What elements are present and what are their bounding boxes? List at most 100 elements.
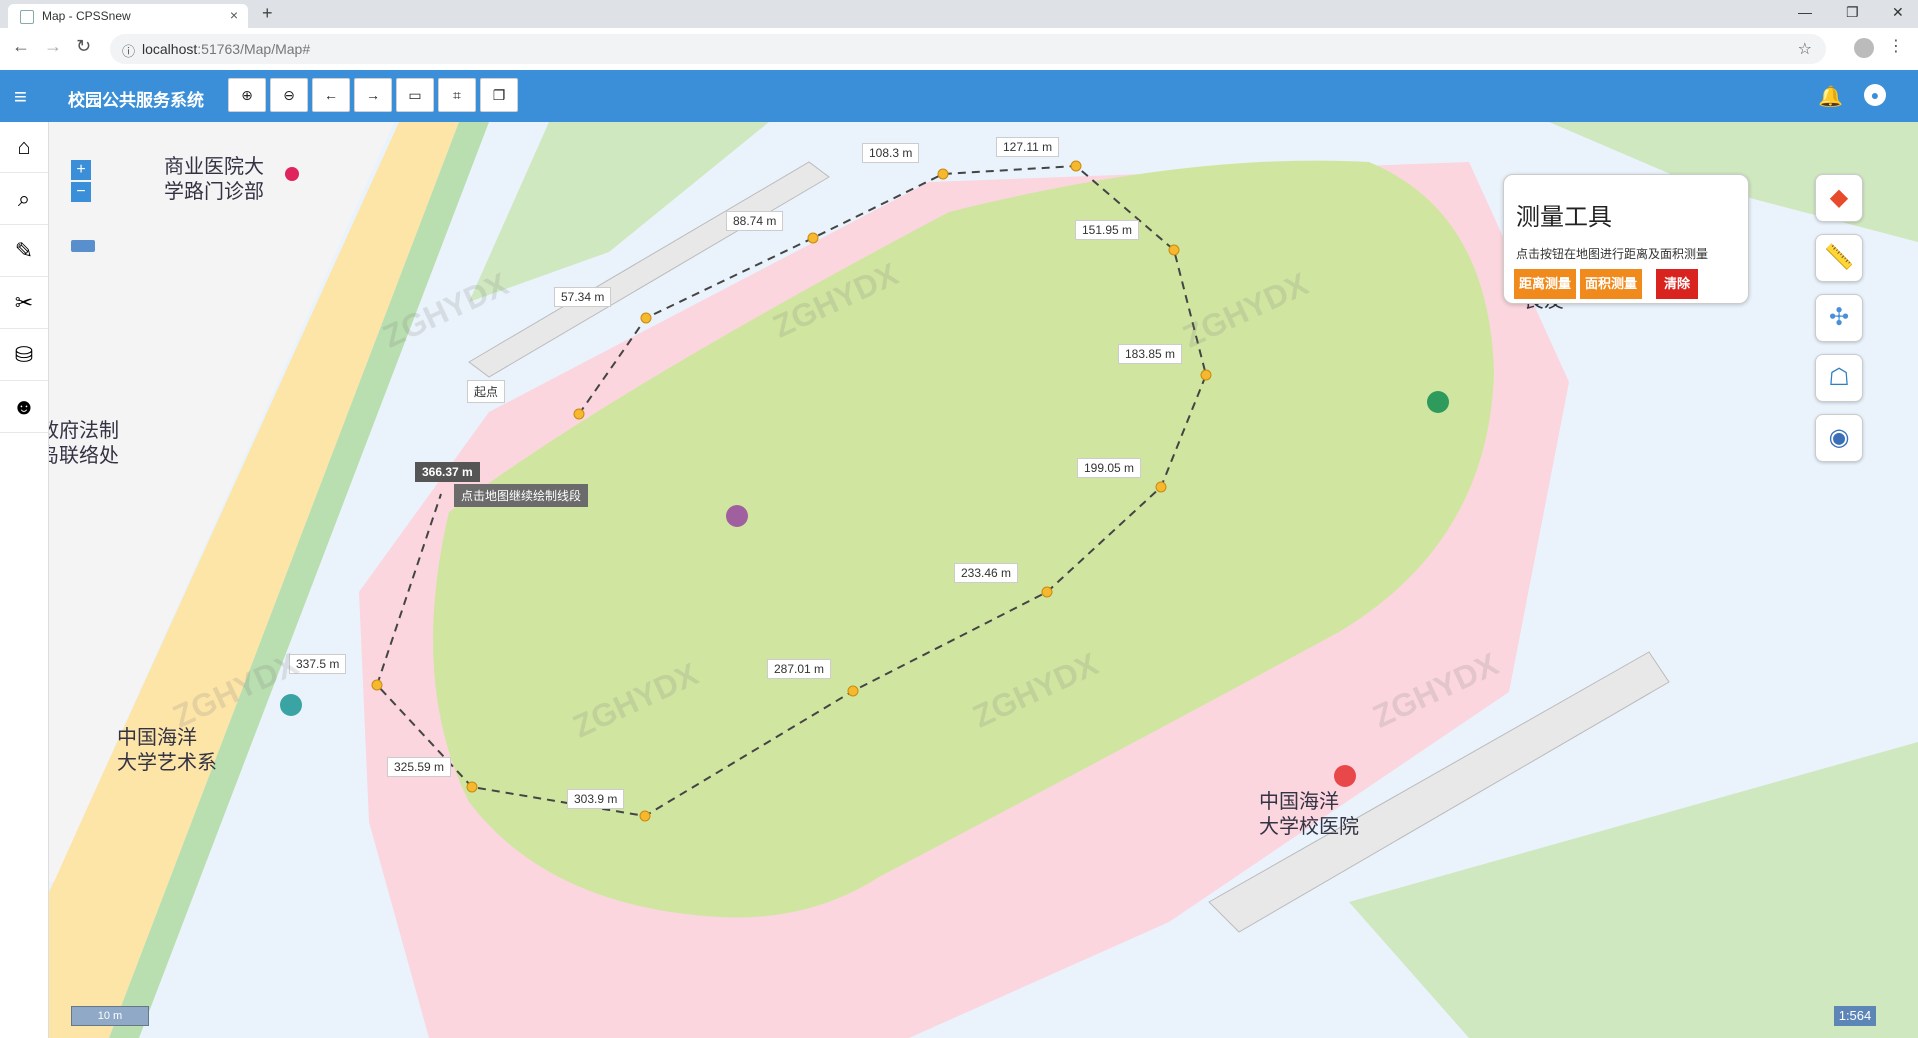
measure-label: 233.46 m [954,563,1019,583]
globe-search-icon[interactable]: ◉ [1815,414,1863,462]
poi-label-line: 商业医院大 [164,154,264,178]
page-favicon-icon [20,10,34,24]
poi-label-line: 中国海洋 [117,725,197,749]
measure-hint-tooltip: 点击地图继续绘制线段 [454,484,589,507]
sports-marker-icon [726,505,748,527]
poi-label-line: 中国海洋 [1259,789,1339,813]
scale-ratio: 1:564 [1834,1006,1876,1026]
map-view[interactable]: 起点 57.34 m 88.74 m 108.3 m 127.11 m 151.95 m 1… [49,122,1918,1038]
distance-measure-button[interactable]: 距离测量 [1514,269,1576,299]
forward-arrow-icon[interactable]: → [44,36,62,57]
info-icon[interactable]: ⓘ [122,41,135,60]
back-tool-button[interactable]: ← [312,78,350,112]
layers-icon[interactable]: ◆ [1815,174,1863,222]
browser-menu-icon[interactable]: ⋮ [1888,36,1904,56]
measure-vertex [639,810,651,822]
new-tab-button[interactable]: + [262,3,273,24]
notification-bell-icon[interactable]: 🔔 [1818,84,1843,109]
poi-govt-office[interactable]: 政府法制岛联络处 [49,418,119,468]
map-tool-button[interactable]: ▭ [396,78,434,112]
close-tab-icon[interactable]: × [230,7,238,23]
bookmark-star-icon[interactable]: ☆ [1798,39,1812,59]
user-account-icon[interactable]: ● [1864,84,1886,106]
hamburger-menu-icon[interactable]: ≡ [14,84,27,110]
url-text: localhost:51763/Map/Map# [142,41,310,57]
measure-label: 起点 [467,380,506,403]
browser-tab[interactable]: Map - CPSSnew × [8,4,248,28]
poi-label-line: 岛联络处 [49,443,119,467]
measure-vertex [1200,369,1212,381]
home-icon[interactable]: ⌂ [0,122,48,173]
measure-label: 88.74 m [726,211,784,231]
zoom-in-button[interactable]: + [71,160,91,180]
app-header: ≡ 校园公共服务系统 ⊕ ⊖ ← → ▭ ⌗ ❐ 🔔 ● [0,70,1918,122]
reload-icon[interactable]: ↻ [76,36,91,57]
area-measure-button[interactable]: 面积测量 [1580,269,1642,299]
network-icon[interactable]: ✣ [1815,294,1863,342]
left-sidebar: ⌂ ⌕ ✎ ✂ ⛁ ☻ [0,122,49,1038]
tab-title: Map - CPSSnew [42,9,131,23]
zoom-slider[interactable] [71,240,95,252]
forward-tool-button[interactable]: → [354,78,392,112]
measure-vertex [847,685,859,697]
measure-label: 325.59 m [387,757,452,777]
app-title: 校园公共服务系统 [68,91,204,111]
url-host: localhost [142,41,198,57]
restore-button[interactable]: ❐ [1846,4,1859,21]
measure-label: 151.95 m [1075,220,1140,240]
measure-panel-title: 测量工具 [1516,204,1612,231]
hospital-pin-icon [1334,765,1356,787]
measure-label: 108.3 m [862,143,920,163]
restroom-marker-icon [1427,391,1449,413]
zoom-out-tool-button[interactable]: ⊖ [270,78,308,112]
measure-vertex [1041,586,1053,598]
school-marker-icon [280,694,302,716]
poi-label-line: 政府法制 [49,418,119,442]
person-icon[interactable]: ☻ [0,382,48,433]
close-window-button[interactable]: ✕ [1892,4,1904,21]
measure-vertex [1168,244,1180,256]
database-icon[interactable]: ⛁ [0,330,48,381]
measure-label: 127.11 m [996,137,1060,157]
measure-vertex [573,408,585,420]
measure-vertex [466,781,478,793]
measure-vertex [371,679,383,691]
back-arrow-icon[interactable]: ← [12,36,30,57]
address-bar[interactable]: ⓘ localhost:51763/Map/Map# ☆ [110,34,1826,64]
measure-label: 57.34 m [554,287,612,307]
poi-campus-hospital[interactable]: 中国海洋 大学校医院 [1259,789,1359,839]
clear-measure-button[interactable]: 清除 [1656,269,1698,299]
poi-hospital-gate[interactable]: 商业医院大 学路门诊部 [164,154,264,204]
measure-panel-description: 点击按钮在地图进行距离及面积测量 [1516,247,1709,261]
poi-art-dept[interactable]: 中国海洋 大学艺术系 [117,725,217,775]
browser-toolbar: ← → ↻ ⓘ localhost:51763/Map/Map# ☆ ⋮ [0,28,1918,71]
measure-total-label: 366.37 m [415,462,480,482]
url-path: :51763/Map/Map# [197,41,311,57]
browser-tabstrip: Map - CPSSnew × + — ❐ ✕ [0,0,1918,28]
zoom-out-button[interactable]: − [71,182,91,202]
measure-label: 199.05 m [1077,458,1142,478]
hospital-marker-icon [285,167,299,181]
zoom-in-tool-button[interactable]: ⊕ [228,78,266,112]
poi-label-line: 大学校医院 [1259,814,1359,838]
minimize-button[interactable]: — [1798,4,1812,20]
poi-label-line: 学路门诊部 [164,179,264,203]
tools-icon[interactable]: ✂ [0,278,48,329]
measure-label: 303.9 m [567,789,625,809]
scale-bar: 10 m [71,1006,149,1026]
measure-vertex [937,168,949,180]
edit-icon[interactable]: ✎ [0,226,48,277]
copy-tool-button[interactable]: ❐ [480,78,518,112]
robot-icon[interactable]: ☖ [1815,354,1863,402]
measure-vertex [640,312,652,324]
measure-vertex [807,232,819,244]
zoom-control: + − [71,160,91,204]
profile-avatar-icon[interactable] [1854,38,1874,58]
crop-tool-button[interactable]: ⌗ [438,78,476,112]
measure-vertex [1070,160,1082,172]
measure-label: 183.85 m [1118,344,1183,364]
measure-label: 287.01 m [767,659,832,679]
poi-label-line: 大学艺术系 [117,750,217,774]
ruler-icon[interactable]: 📏 [1815,234,1863,282]
search-icon[interactable]: ⌕ [0,174,48,225]
